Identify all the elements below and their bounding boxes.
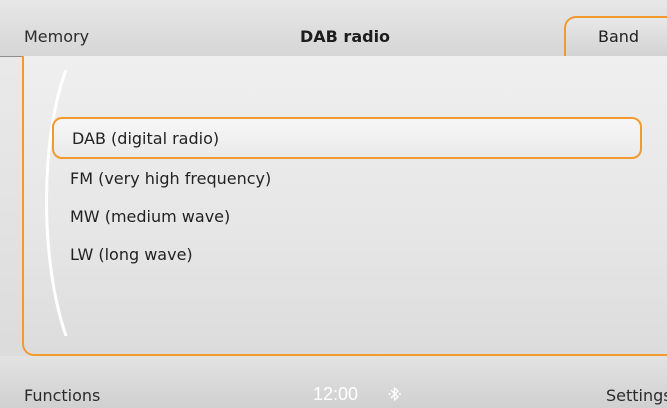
- menu-item-fm[interactable]: FM (very high frequency): [52, 159, 642, 197]
- settings-button[interactable]: Settings: [606, 386, 667, 405]
- bottom-bar: Functions 12:00 Settings: [0, 356, 667, 408]
- menu-item-dab[interactable]: DAB (digital radio): [52, 117, 642, 159]
- clock-display: 12:00: [313, 384, 359, 404]
- page-title: DAB radio: [300, 27, 391, 46]
- band-tab[interactable]: Band: [564, 16, 667, 56]
- menu-item-label: LW (long wave): [70, 244, 193, 264]
- bluetooth-icon: [388, 387, 401, 401]
- functions-button[interactable]: Functions: [24, 386, 100, 405]
- menu-item-lw[interactable]: LW (long wave): [52, 235, 642, 273]
- menu-item-label: DAB (digital radio): [72, 128, 220, 148]
- band-menu-list: DAB (digital radio) FM (very high freque…: [52, 117, 642, 273]
- menu-item-label: MW (medium wave): [70, 206, 231, 226]
- top-bar: Memory DAB radio Band: [0, 0, 667, 57]
- menu-item-label: FM (very high frequency): [70, 168, 272, 188]
- infotainment-screen: Memory DAB radio Band DAB (digital radio…: [0, 0, 667, 408]
- menu-item-mw[interactable]: MW (medium wave): [52, 197, 642, 235]
- memory-button[interactable]: Memory: [24, 27, 89, 46]
- band-tab-label: Band: [598, 27, 640, 46]
